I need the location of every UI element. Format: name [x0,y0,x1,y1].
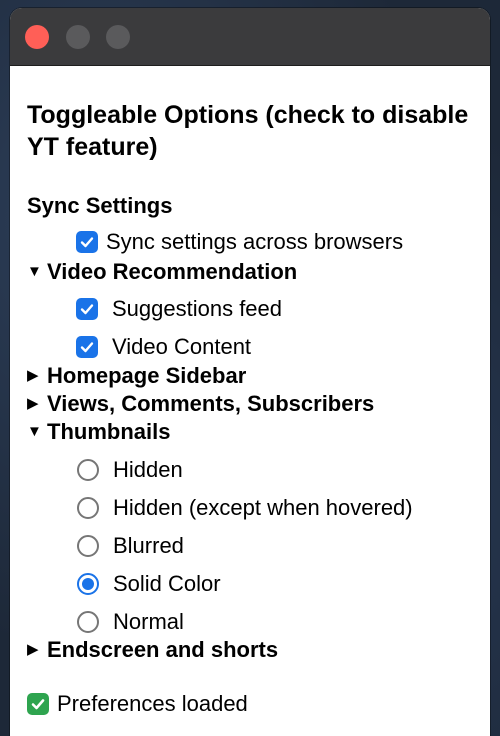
option-video-content[interactable]: Video Content [76,333,251,361]
thumbnail-option-label: Normal [113,609,184,634]
page-title: Toggleable Options (check to disable YT … [27,101,469,161]
section-video-recommendation[interactable]: ▼ Video Recommendation [27,258,297,286]
sync-settings-header: Sync Settings [27,192,172,220]
radio-normal[interactable] [77,611,99,633]
thumbnails-title: Thumbnails [47,419,171,444]
checkmark-icon [80,237,94,248]
expanded-triangle-icon: ▼ [27,263,42,280]
suggestions-feed-checkbox[interactable] [76,298,98,320]
status-text: Preferences loaded [57,691,248,716]
thumbnail-option-label: Solid Color [113,571,221,596]
collapsed-triangle-icon: ▶ [27,641,39,658]
video-content-label: Video Content [112,334,252,359]
maximize-window-button[interactable] [106,25,130,49]
section-endscreen-shorts[interactable]: ▶ Endscreen and shorts [27,636,278,664]
collapsed-triangle-icon: ▶ [27,367,39,384]
option-suggestions-feed[interactable]: Suggestions feed [76,295,282,323]
video-content-checkbox[interactable] [76,336,98,358]
sync-settings-title: Sync Settings [27,193,173,218]
section-thumbnails[interactable]: ▼ Thumbnails [27,418,170,446]
thumbnail-option-blurred[interactable]: Blurred [77,532,184,560]
video-recommendation-title: Video Recommendation [47,259,298,284]
expanded-triangle-icon: ▼ [27,423,42,440]
thumbnail-option-label: Hidden [113,457,183,482]
sync-settings-option[interactable]: Sync settings across browsers [76,228,403,256]
sync-settings-checkbox[interactable] [76,231,98,253]
status-check-glyph [31,699,45,710]
minimize-window-button[interactable] [66,25,90,49]
checkmark-icon [80,342,94,353]
radio-solid-color[interactable] [77,573,99,595]
check-mark-icon [27,693,49,715]
suggestions-feed-label: Suggestions feed [112,296,283,321]
thumbnail-option-hidden[interactable]: Hidden [77,456,183,484]
views-comments-title: Views, Comments, Subscribers [47,391,375,416]
radio-selected-dot [82,578,94,590]
radio-hidden-except-hovered[interactable] [77,497,99,519]
thumbnail-option-hidden-except-hovered[interactable]: Hidden (except when hovered) [77,494,413,522]
thumbnail-option-normal[interactable]: Normal [77,608,184,636]
checkmark-icon [80,304,94,315]
thumbnail-option-solid-color[interactable]: Solid Color [77,570,221,598]
radio-blurred[interactable] [77,535,99,557]
thumbnail-option-label: Blurred [113,533,184,558]
title-bar [10,8,490,66]
homepage-sidebar-title: Homepage Sidebar [47,363,247,388]
section-homepage-sidebar[interactable]: ▶ Homepage Sidebar [27,362,246,390]
section-views-comments-subscribers[interactable]: ▶ Views, Comments, Subscribers [27,390,374,418]
endscreen-shorts-title: Endscreen and shorts [47,637,279,662]
collapsed-triangle-icon: ▶ [27,395,39,412]
status-message: Preferences loaded [27,690,248,718]
radio-hidden[interactable] [77,459,99,481]
popup-window: Toggleable Options (check to disable YT … [10,8,490,736]
close-window-button[interactable] [25,25,49,49]
sync-settings-label: Sync settings across browsers [106,229,404,254]
thumbnail-option-label: Hidden (except when hovered) [113,495,413,520]
